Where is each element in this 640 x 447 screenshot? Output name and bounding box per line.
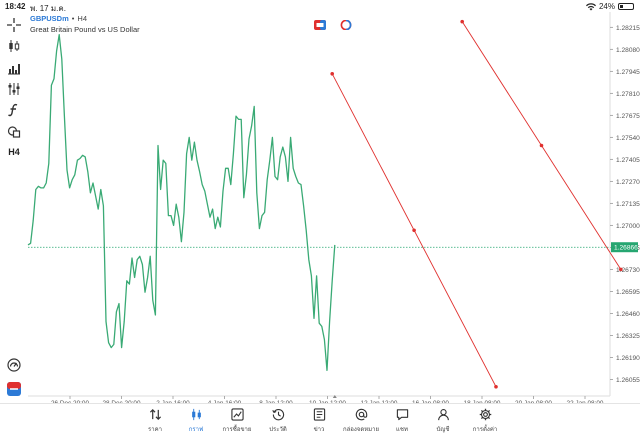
y-tick-label: 1.27810: [616, 91, 640, 98]
volume-bars-icon: [8, 64, 20, 75]
indicators-tool[interactable]: [4, 101, 24, 119]
nav-news[interactable]: ข่าว: [297, 408, 341, 434]
left-toolbar: H4: [0, 14, 28, 404]
y-tick-label: 1.27135: [616, 201, 640, 208]
y-tick-label: 1.27540: [616, 135, 640, 142]
trade-chart-icon: [230, 408, 244, 421]
timeframe-label: H4: [77, 14, 87, 23]
y-tick-label: 1.28080: [616, 47, 640, 54]
chart-type-tool[interactable]: [4, 37, 24, 55]
crosshair-icon: [7, 18, 21, 32]
depth-of-market-icon[interactable]: [340, 20, 352, 30]
account-user-icon: [437, 409, 449, 421]
chart-candles-icon: [191, 408, 201, 421]
channel-mid-point: [412, 228, 416, 233]
settings-sliders-tool[interactable]: [4, 80, 24, 98]
candlestick-icon: [9, 40, 20, 52]
y-tick-label: 1.27000: [616, 223, 640, 230]
nav-chat-label: แชท: [396, 427, 408, 433]
symbol-name[interactable]: GBPUSDm: [30, 14, 69, 23]
signal-gauge-icon: [7, 358, 21, 372]
y-tick-label: 1.27945: [616, 69, 640, 76]
y-tick-label: 1.27675: [616, 113, 640, 120]
price-chart[interactable]: 1.28215 1.28080 1.27945 1.27810 1.27675 1.275…: [0, 0, 640, 403]
nav-history-label: ประวัติ: [269, 427, 287, 433]
nav-settings[interactable]: การตั้งค่า: [463, 408, 507, 434]
nav-account-label: บัญชี: [436, 427, 450, 433]
settings-gear-icon: [479, 408, 491, 421]
separator-dot: •: [71, 14, 75, 23]
volume-tool[interactable]: [4, 59, 24, 77]
y-tick-label: 1.26055: [616, 377, 640, 384]
settings-sliders-icon: [8, 83, 20, 95]
nav-quotes-label: ราคา: [148, 427, 162, 433]
y-tick-label: 1.26460: [616, 311, 640, 318]
history-clock-icon: [271, 409, 284, 421]
one-click-trading-button[interactable]: [4, 380, 24, 398]
channel-mid-point: [539, 143, 544, 148]
news-icon: [313, 408, 325, 421]
one-click-trading-icon: [7, 382, 21, 396]
timeframe-button[interactable]: H4: [4, 143, 24, 161]
nav-chart-label: กราฟ: [188, 427, 204, 433]
nav-news-label: ข่าว: [313, 427, 325, 433]
indicator-function-icon: [8, 103, 18, 117]
mailbox-at-icon: [355, 408, 367, 421]
nav-history[interactable]: ประวัติ: [256, 408, 300, 434]
nav-settings-label: การตั้งค่า: [472, 427, 498, 433]
symbol-description: Great Britain Pound vs US Dollar: [30, 25, 140, 34]
nav-trade[interactable]: การซื้อขาย: [215, 408, 259, 434]
nav-chat[interactable]: แชท: [380, 408, 424, 434]
y-tick-label: 1.27405: [616, 157, 640, 164]
channel-anchor-point: [460, 19, 465, 24]
crosshair-tool[interactable]: [4, 16, 24, 34]
y-tick-label: 1.26325: [616, 333, 640, 340]
quotes-arrows-icon: [149, 409, 161, 420]
y-tick-label: 1.26190: [616, 355, 640, 362]
timeframe-button-label: H4: [8, 147, 20, 157]
nav-mailbox-label: กล่องจดหมาย: [342, 427, 380, 433]
chart-header: GBPUSDm • H4 Great Britain Pound vs US D…: [30, 14, 140, 34]
channel-anchor-point: [619, 267, 623, 272]
objects-tool[interactable]: [4, 122, 24, 140]
nav-trade-label: การซื้อขาย: [222, 427, 252, 433]
current-price-label: 1.26866: [614, 245, 638, 252]
y-tick-label: 1.28215: [616, 25, 640, 32]
nav-mailbox[interactable]: กล่องจดหมาย: [339, 408, 383, 434]
nav-chart[interactable]: กราฟ: [174, 408, 218, 434]
y-tick-label: 1.26595: [616, 289, 640, 296]
nav-account[interactable]: บัญชี: [421, 408, 465, 434]
y-tick-label: 1.27270: [616, 179, 640, 186]
channel-anchor-point: [330, 71, 335, 76]
price-series-line: [27, 34, 336, 372]
shapes-icon: [7, 126, 21, 138]
nav-quotes[interactable]: ราคา: [133, 408, 177, 434]
channel-anchor-point: [494, 384, 498, 389]
bottom-navigation: ราคา กราฟ การซื้อขาย ประวัติ ข่าว กล่องจ…: [0, 403, 640, 447]
chat-bubble-icon: [396, 409, 408, 421]
signal-gauge-button[interactable]: [4, 356, 24, 374]
sell-buy-panel-icon[interactable]: [314, 20, 326, 30]
